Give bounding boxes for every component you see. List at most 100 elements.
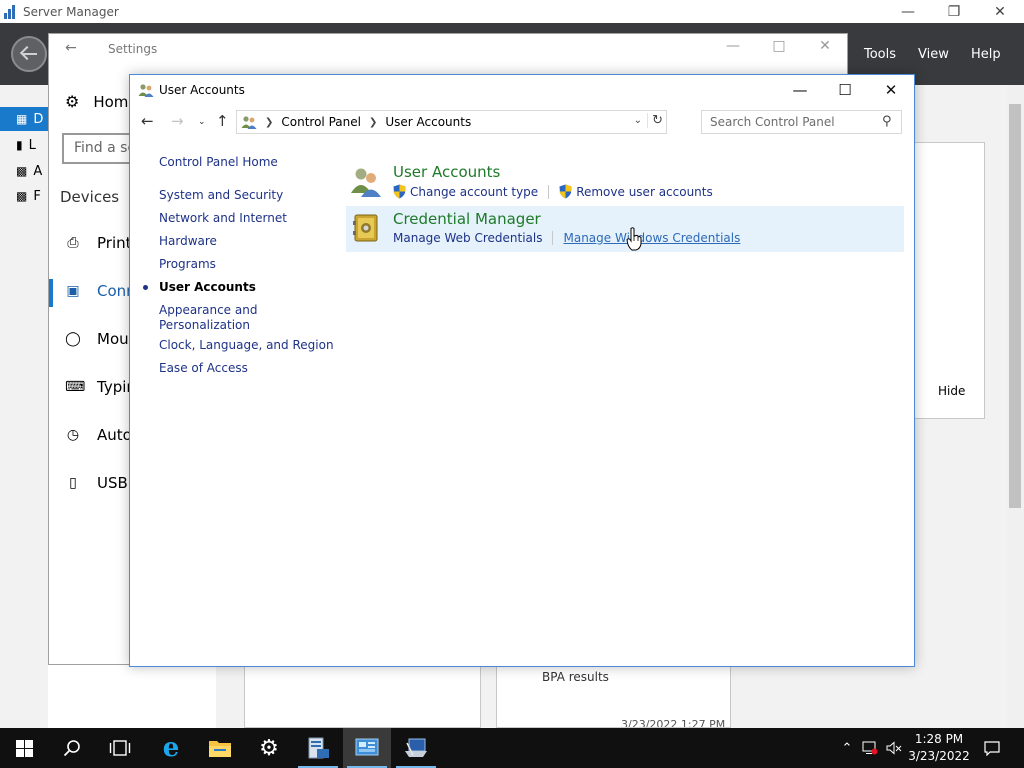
maximize-button[interactable]: ☐: [822, 75, 868, 105]
clock-time: 1:28 PM: [914, 732, 964, 746]
folder-icon: [209, 741, 231, 757]
uac-shield-icon: [559, 184, 572, 199]
sidebar-item-file-services[interactable]: ▩ F: [0, 184, 48, 208]
taskbar-internet-explorer[interactable]: e: [147, 728, 195, 768]
credential-vault-icon: [353, 214, 378, 242]
volume-muted-icon[interactable]: [884, 728, 904, 768]
sidebar-item-local-server[interactable]: ▮ L: [0, 133, 48, 157]
notification-icon: [984, 740, 1000, 756]
view-menu[interactable]: View: [918, 23, 949, 85]
settings-selected-indicator: [49, 279, 53, 307]
sidebar-item-all-servers[interactable]: ▩ A: [0, 159, 48, 183]
taskbar-server-manager[interactable]: [294, 728, 342, 768]
nav-hardware[interactable]: Hardware: [159, 234, 217, 249]
hide-link[interactable]: Hide: [938, 384, 965, 398]
user-accounts-category-title[interactable]: User Accounts: [393, 163, 500, 181]
role-tile-left: [244, 666, 481, 728]
windows-logo-icon: [15, 739, 33, 757]
help-menu[interactable]: Help: [971, 23, 1001, 85]
taskbar-search-button[interactable]: [48, 728, 96, 768]
back-arrow-icon[interactable]: [11, 36, 47, 72]
network-status-icon[interactable]: [860, 728, 880, 768]
bpa-results-label[interactable]: BPA results: [542, 670, 609, 684]
nav-appearance-line2[interactable]: Personalization: [159, 318, 250, 333]
link-separator: [552, 231, 554, 245]
nav-system-and-security[interactable]: System and Security: [159, 188, 283, 203]
nav-clock-language-region[interactable]: Clock, Language, and Region: [159, 338, 334, 353]
gear-icon: ⚙: [65, 92, 80, 111]
taskbar: e ⚙ ⌃ 1:28 PM 3/23/2022: [0, 728, 1024, 768]
address-row: ← → ⌄ ↑ ❯ Control Panel ❯ User Accounts …: [130, 108, 914, 136]
server-manager-minimize-button[interactable]: —: [885, 0, 931, 23]
close-button[interactable]: ✕: [868, 75, 914, 105]
user-accounts-window: User Accounts — ☐ ✕ ← → ⌄ ↑ ❯ Control Pa…: [129, 74, 915, 667]
minimize-button[interactable]: —: [777, 75, 823, 105]
nav-programs[interactable]: Programs: [159, 257, 216, 272]
credential-manager-category-title[interactable]: Credential Manager: [393, 210, 541, 228]
taskbar-file-explorer[interactable]: [196, 728, 244, 768]
network-computer-icon: [405, 738, 427, 757]
sidebar-item-dashboard[interactable]: ▦ D: [0, 107, 48, 131]
search-icon[interactable]: ⚲: [882, 114, 892, 129]
server-manager-scroll-thumb[interactable]: [1009, 104, 1021, 508]
printer-icon: ⎙: [67, 235, 79, 251]
link-separator: [548, 184, 550, 199]
address-dropdown-chevron-icon[interactable]: ⌄: [634, 115, 642, 126]
nav-appearance-line1[interactable]: Appearance and: [159, 303, 257, 318]
recent-locations-chevron-icon[interactable]: ⌄: [198, 117, 206, 127]
start-button[interactable]: [0, 728, 48, 768]
dashboard-icon: ▦: [16, 112, 28, 126]
task-view-button[interactable]: [96, 728, 144, 768]
user-accounts-titlebar: User Accounts — ☐ ✕: [130, 75, 914, 106]
file-services-icon: ▩: [16, 189, 28, 203]
manage-windows-credentials-link[interactable]: Manage Windows Credentials: [563, 231, 740, 245]
user-accounts-icon: [138, 84, 154, 97]
control-panel-home-link[interactable]: Control Panel Home: [159, 155, 278, 170]
settings-maximize-button[interactable]: □: [764, 38, 794, 54]
clock-date: 3/23/2022: [908, 749, 970, 763]
action-center-button[interactable]: [976, 728, 1008, 768]
taskbar-network-app[interactable]: [392, 728, 440, 768]
breadcrumb-chevron-icon[interactable]: ❯: [369, 117, 377, 128]
address-bar[interactable]: ❯ Control Panel ❯ User Accounts ⌄ ↻: [236, 110, 667, 134]
nav-ease-of-access[interactable]: Ease of Access: [159, 361, 248, 376]
search-icon: [63, 740, 80, 757]
breadcrumb-user-accounts[interactable]: User Accounts: [385, 115, 471, 129]
server-manager-icon: [308, 737, 329, 759]
taskbar-settings[interactable]: ⚙: [245, 728, 293, 768]
nav-network-and-internet[interactable]: Network and Internet: [159, 211, 287, 226]
autoplay-icon: ◷: [66, 427, 80, 443]
remove-user-accounts-link[interactable]: Remove user accounts: [559, 184, 713, 199]
internet-explorer-icon: e: [162, 733, 180, 763]
credential-manager-links: Manage Web Credentials Manage Windows Cr…: [393, 231, 740, 245]
search-control-panel-input[interactable]: Search Control Panel: [701, 110, 902, 134]
settings-back-icon[interactable]: ←: [65, 40, 77, 56]
refresh-icon[interactable]: ↻: [647, 113, 663, 128]
forward-arrow-icon[interactable]: →: [171, 112, 184, 130]
user-accounts-icon: [351, 168, 381, 197]
uac-shield-icon: [393, 184, 406, 199]
usb-icon: ▯: [69, 475, 77, 491]
breadcrumb-chevron-icon[interactable]: ❯: [265, 117, 273, 128]
settings-minimize-button[interactable]: —: [718, 38, 748, 54]
hand-cursor-icon: [626, 227, 642, 251]
up-arrow-icon[interactable]: ↑: [216, 112, 229, 130]
breadcrumb-control-panel[interactable]: Control Panel: [281, 115, 361, 129]
server-manager-restore-button[interactable]: ❐: [931, 0, 977, 23]
keyboard-icon: ⌨: [65, 379, 86, 395]
settings-close-button[interactable]: ✕: [810, 38, 840, 54]
change-account-type-link[interactable]: Change account type: [393, 184, 538, 199]
user-accounts-links: Change account type Remove user accounts: [393, 184, 713, 199]
user-accounts-icon: [241, 116, 257, 129]
settings-home-link[interactable]: ⚙ Home: [65, 92, 138, 111]
taskbar-clock[interactable]: 1:28 PM 3/23/2022: [906, 731, 972, 765]
category-user-accounts: User Accounts Change account type Remove…: [346, 159, 904, 205]
taskbar-control-panel[interactable]: [343, 728, 391, 768]
manage-web-credentials-link[interactable]: Manage Web Credentials: [393, 231, 542, 245]
show-hidden-icons-chevron-icon[interactable]: ⌃: [838, 728, 856, 768]
server-manager-close-button[interactable]: ✕: [977, 0, 1023, 23]
back-arrow-icon[interactable]: ←: [141, 112, 154, 130]
settings-title: Settings: [108, 42, 158, 56]
welcome-tile: Hide: [913, 142, 985, 419]
category-credential-manager[interactable]: Credential Manager Manage Web Credential…: [346, 206, 904, 252]
